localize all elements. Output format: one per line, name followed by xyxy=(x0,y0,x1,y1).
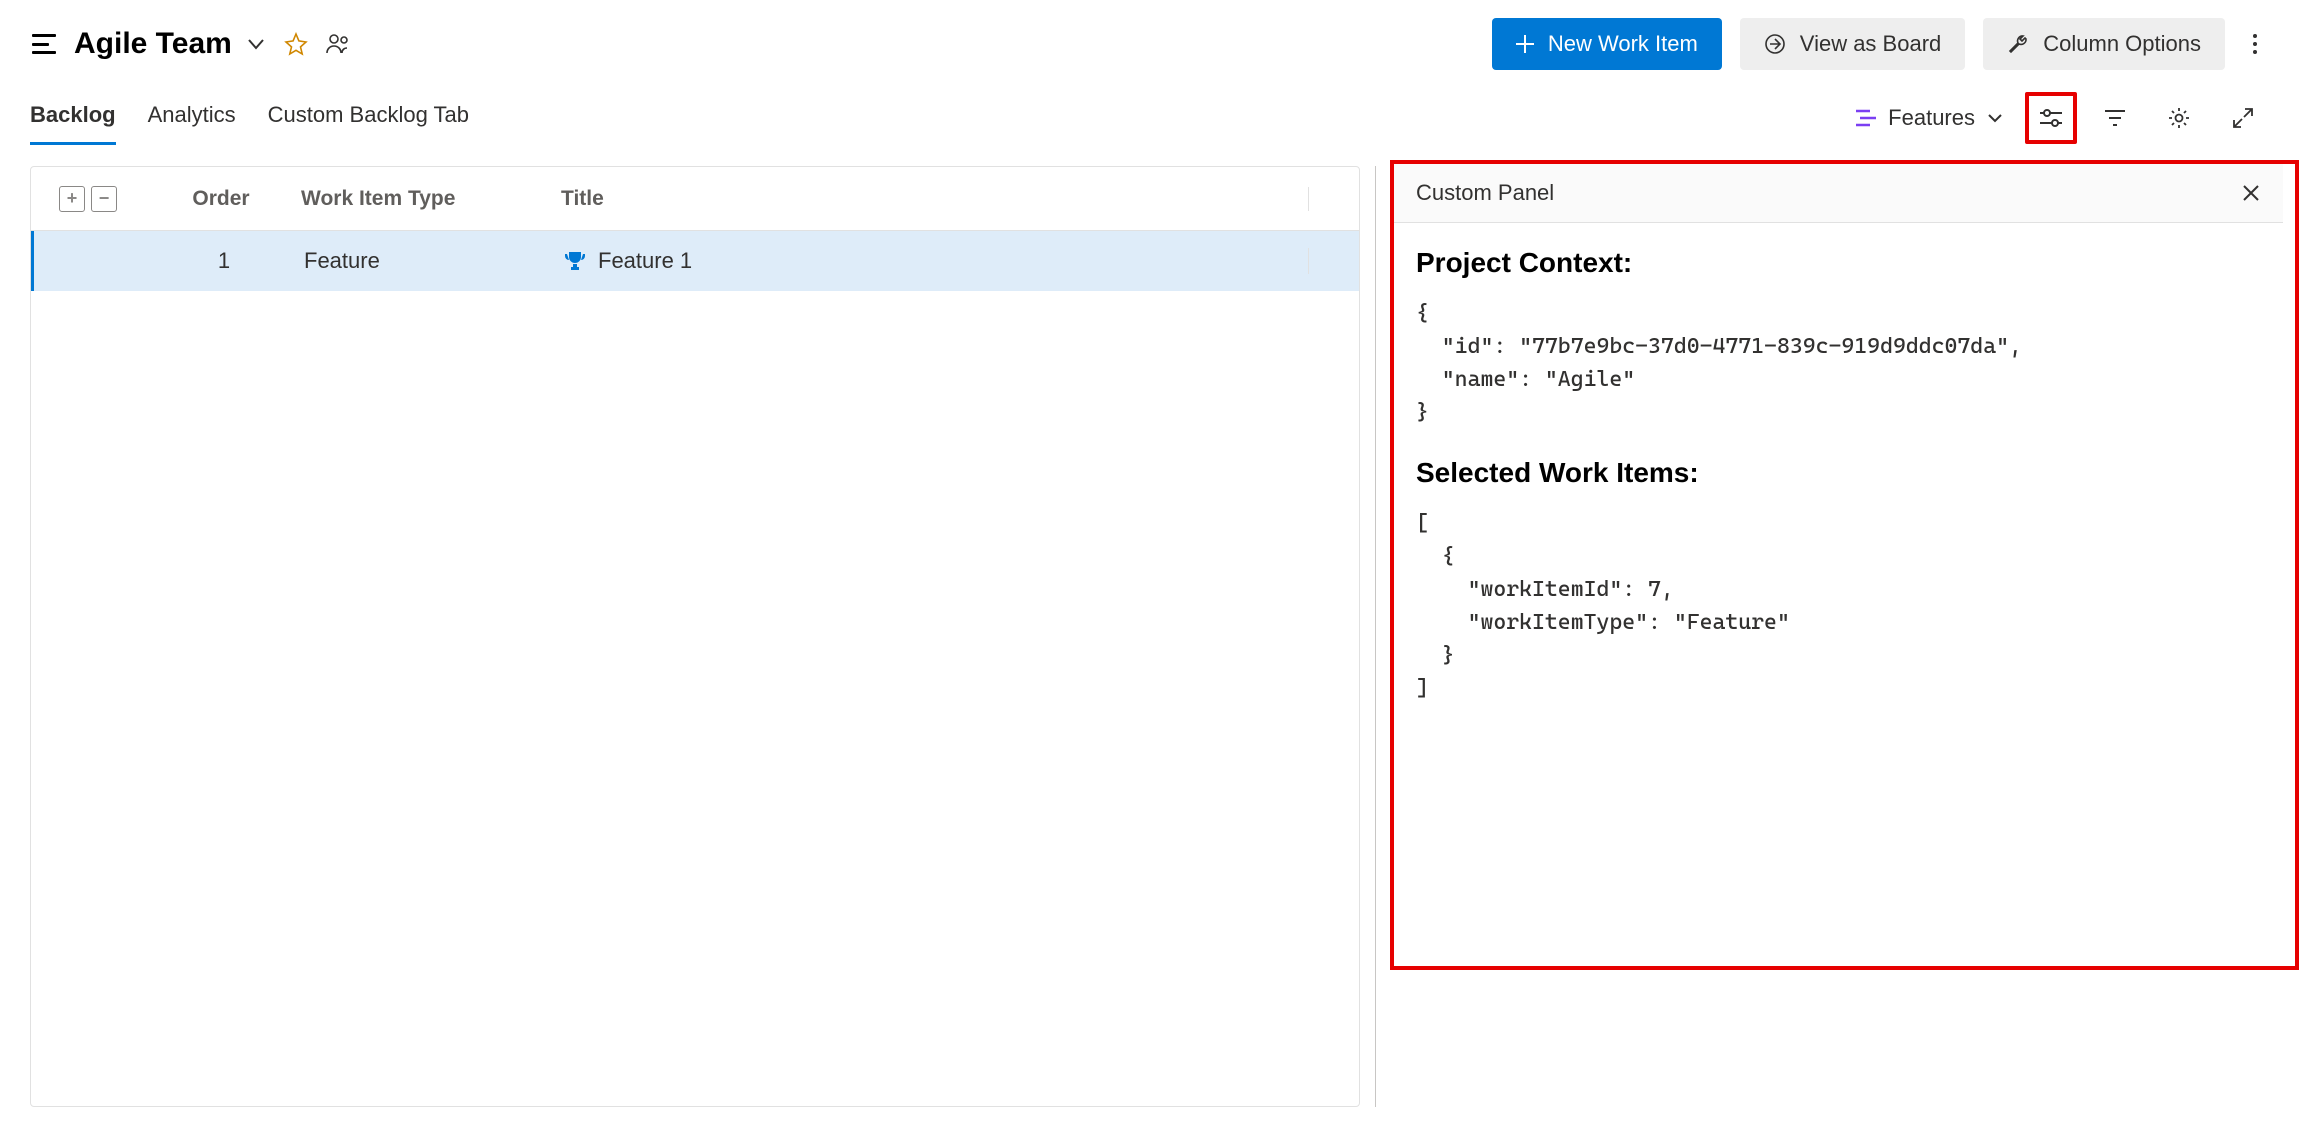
close-icon[interactable] xyxy=(2241,183,2261,203)
project-context-code: { "id": "77b7e9bc-37d0-4771-839c-919d9dd… xyxy=(1416,297,2261,429)
list-icon xyxy=(1856,109,1876,127)
row-title: Feature 1 xyxy=(598,248,692,274)
custom-panel-toggle-button[interactable] xyxy=(2025,92,2077,144)
pane-divider[interactable] xyxy=(1360,166,1390,1107)
chevron-down-icon xyxy=(1987,110,2003,126)
selected-workitems-heading: Selected Work Items: xyxy=(1416,457,2261,489)
settings-button[interactable] xyxy=(2153,92,2205,144)
tab-backlog[interactable]: Backlog xyxy=(30,92,116,145)
col-header-title[interactable]: Title xyxy=(541,187,1309,211)
project-context-heading: Project Context: xyxy=(1416,247,2261,279)
column-options-label: Column Options xyxy=(2043,31,2201,57)
wrench-icon xyxy=(2007,33,2029,55)
panel-title: Custom Panel xyxy=(1416,180,1554,206)
topbar: Agile Team New Work Item View as Board xyxy=(0,0,2299,88)
star-icon[interactable] xyxy=(284,32,308,56)
sliders-icon xyxy=(2040,108,2062,128)
tab-custom-backlog[interactable]: Custom Backlog Tab xyxy=(268,92,469,145)
column-options-button[interactable]: Column Options xyxy=(1983,18,2225,70)
backlog-grid: + − Order Work Item Type Title 1 Feature… xyxy=(30,166,1360,1107)
new-work-item-button[interactable]: New Work Item xyxy=(1492,18,1722,70)
col-header-type[interactable]: Work Item Type xyxy=(291,187,541,211)
expand-all-button[interactable]: + xyxy=(59,186,85,212)
people-icon[interactable] xyxy=(326,33,352,55)
collapse-all-button[interactable]: − xyxy=(91,186,117,212)
view-as-board-button[interactable]: View as Board xyxy=(1740,18,1965,70)
tab-analytics[interactable]: Analytics xyxy=(148,92,236,145)
new-work-item-label: New Work Item xyxy=(1548,31,1698,57)
trophy-icon xyxy=(564,250,586,272)
fullscreen-button[interactable] xyxy=(2217,92,2269,144)
tab-row: Backlog Analytics Custom Backlog Tab Fea… xyxy=(0,88,2299,148)
backlog-level-picker[interactable]: Features xyxy=(1846,99,2013,137)
main-split: + − Order Work Item Type Title 1 Feature… xyxy=(0,148,2299,1107)
grid-header: + − Order Work Item Type Title xyxy=(31,167,1359,231)
selected-workitems-code: [ { "workItemId": 7, "workItemType": "Fe… xyxy=(1416,507,2261,705)
team-selector[interactable]: Agile Team xyxy=(74,27,266,61)
custom-panel: Custom Panel Project Context: { "id": "7… xyxy=(1390,160,2299,970)
expand-icon xyxy=(2232,107,2254,129)
col-header-order[interactable]: Order xyxy=(151,187,291,211)
filter-button[interactable] xyxy=(2089,92,2141,144)
filter-icon xyxy=(2104,109,2126,127)
view-as-board-label: View as Board xyxy=(1800,31,1941,57)
board-icon xyxy=(1764,33,1786,55)
chevron-down-icon xyxy=(246,34,266,54)
topbar-actions: New Work Item View as Board Column Optio… xyxy=(1492,18,2267,70)
gear-icon xyxy=(2168,107,2190,129)
row-order: 1 xyxy=(154,248,294,274)
more-actions-icon[interactable] xyxy=(2243,24,2267,64)
backlog-level-label: Features xyxy=(1888,105,1975,131)
panel-header: Custom Panel xyxy=(1394,164,2283,223)
table-row[interactable]: 1 Feature Feature 1 xyxy=(31,231,1359,291)
row-type: Feature xyxy=(294,248,544,274)
team-name: Agile Team xyxy=(74,27,232,61)
hamburger-icon[interactable] xyxy=(32,34,56,54)
plus-icon xyxy=(1516,35,1534,53)
panel-body: Project Context: { "id": "77b7e9bc-37d0-… xyxy=(1394,223,2283,757)
tabrow-right: Features xyxy=(1846,92,2269,144)
